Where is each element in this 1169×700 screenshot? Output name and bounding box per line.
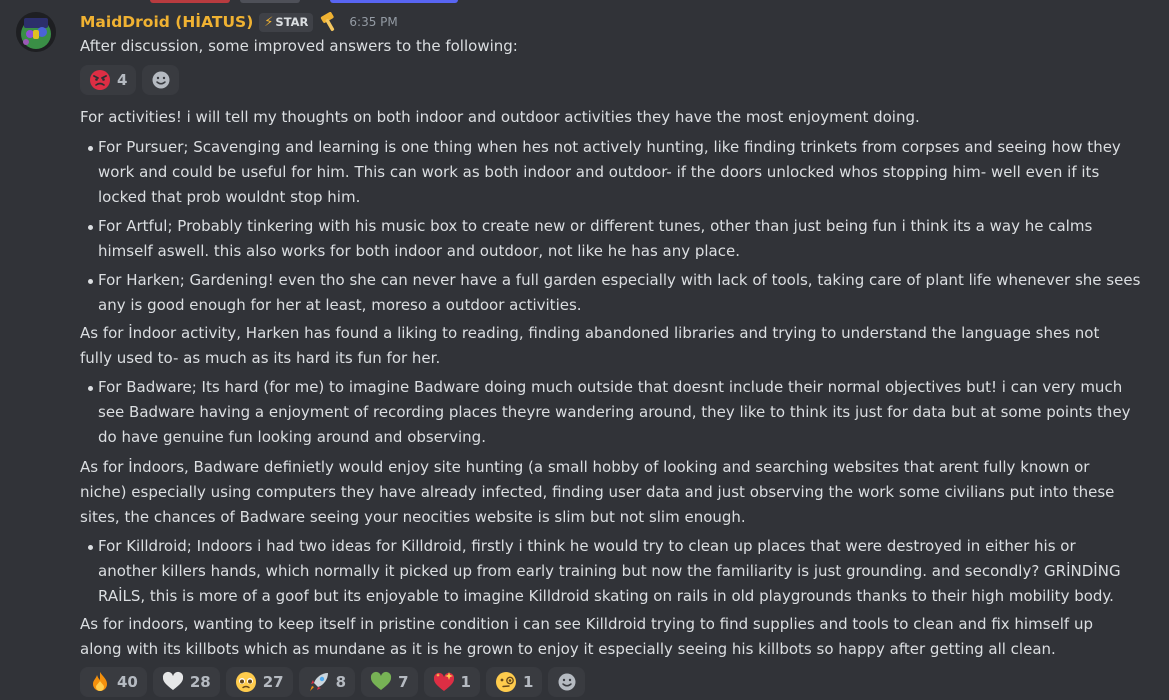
fire-icon — [93, 672, 107, 691]
list-item: For Harken; Gardening! even tho she can … — [88, 268, 1155, 318]
hammer-icon — [321, 12, 335, 32]
message-header: MaidDroid (HİATUS) ⚡ STAR 6:35 PM — [80, 11, 398, 33]
green-heart-icon — [370, 671, 392, 690]
list-item: For Artful; Probably tinkering with his … — [88, 214, 1155, 264]
smiley-add-icon — [558, 673, 576, 691]
reaction-count: 1 — [522, 673, 534, 691]
reaction-pleading[interactable]: 27 — [225, 667, 293, 697]
bullet — [88, 146, 93, 151]
server-tag[interactable]: ⚡ STAR — [259, 12, 314, 32]
white-heart-icon — [162, 671, 183, 690]
paragraph: As for indoors, wanting to keep itself i… — [80, 615, 1093, 658]
add-reaction-button[interactable] — [142, 65, 180, 95]
intro-reactions: 4 — [80, 65, 180, 95]
reaction-angry[interactable]: 4 — [80, 65, 137, 95]
smiley-add-icon — [152, 71, 170, 89]
reaction-monocle[interactable]: 1 — [485, 667, 543, 697]
previous-message-edge — [0, 0, 1169, 4]
intro-text: After discussion, some improved answers … — [80, 37, 518, 55]
reaction-count: 28 — [189, 673, 211, 691]
add-reaction-button[interactable] — [548, 667, 586, 697]
monocle-face-icon — [495, 672, 516, 692]
avatar[interactable] — [16, 12, 56, 52]
list-item: For Killdroid; Indoors i had two ideas f… — [88, 534, 1155, 609]
paragraph: As for İndoors, Badware definietly would… — [80, 458, 1115, 526]
list-item: For Badware; Its hard (for me) to imagin… — [88, 375, 1155, 450]
username[interactable]: MaidDroid (HİATUS) — [80, 13, 253, 31]
reaction-fire[interactable]: 40 — [80, 667, 147, 697]
bullet — [88, 279, 93, 284]
bullet — [88, 386, 93, 391]
reaction-sparkling-heart[interactable]: 1 — [423, 667, 480, 697]
reaction-bar: 40 28 27 8 7 1 1 — [80, 667, 586, 697]
reaction-count: 27 — [262, 673, 284, 691]
reaction-count: 4 — [117, 71, 128, 89]
angry-face-icon — [90, 70, 110, 90]
reaction-rocket[interactable]: 8 — [298, 667, 356, 697]
paragraph: For activities! i will tell my thoughts … — [80, 108, 920, 126]
list-item: For Pursuer; Scavenging and learning is … — [88, 135, 1155, 210]
lightning-icon: ⚡ — [264, 14, 274, 30]
server-tag-label: STAR — [275, 15, 309, 29]
paragraph: As for İndoor activity, Harken has found… — [80, 324, 1100, 367]
timestamp: 6:35 PM — [349, 15, 398, 29]
pleading-face-icon — [235, 672, 256, 692]
rocket-icon — [309, 673, 328, 691]
bullet — [88, 225, 93, 230]
sparkling-heart-icon — [433, 672, 454, 691]
reaction-white-heart[interactable]: 28 — [152, 667, 220, 697]
bullet — [88, 545, 93, 550]
reaction-green-heart[interactable]: 7 — [361, 667, 418, 697]
reaction-count: 1 — [460, 673, 471, 691]
reaction-count: 8 — [335, 673, 347, 691]
reaction-count: 40 — [117, 673, 138, 691]
reaction-count: 7 — [398, 673, 409, 691]
